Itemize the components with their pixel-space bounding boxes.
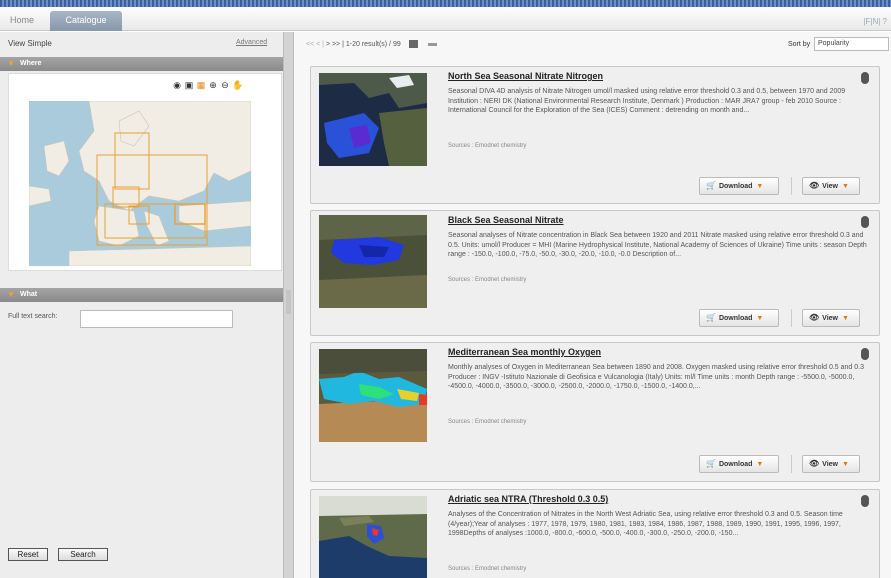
download-label: Download — [718, 183, 753, 190]
view-label: View — [822, 183, 838, 190]
collapse-arrow-icon: ▼ — [7, 290, 15, 299]
layout-icon[interactable] — [427, 42, 437, 46]
reset-button[interactable]: Reset — [8, 548, 48, 561]
thumbnail-black-sea — [319, 215, 427, 308]
view-label: View — [822, 461, 838, 468]
download-label: Download — [718, 315, 753, 322]
eye-icon: 👁 — [809, 181, 820, 190]
database-icon — [861, 216, 869, 224]
button-separator — [791, 309, 792, 327]
result-thumbnail[interactable] — [319, 215, 427, 308]
sort-select[interactable]: Popularity — [814, 37, 889, 51]
pagination-bar: << < | > >> | 1-20 result(s) / 99 — [306, 40, 437, 48]
tab-home[interactable]: Home — [0, 11, 44, 31]
tab-catalogue[interactable]: Catalogue — [50, 11, 122, 31]
view-button[interactable]: 👁 View ▼ — [802, 309, 860, 327]
collapse-arrow-icon: ▼ — [7, 59, 15, 68]
result-thumbnail[interactable] — [319, 496, 427, 578]
result-card: Mediterranean Sea monthly Oxygen Monthly… — [310, 342, 880, 482]
result-description: Analyses of the Concentration of Nitrate… — [448, 511, 843, 538]
result-source: Sources : Emodnet chemistry — [448, 143, 527, 149]
caret-down-icon: ▼ — [756, 461, 764, 468]
full-text-search-input[interactable] — [80, 310, 233, 328]
caret-down-icon: ▼ — [756, 315, 764, 322]
thumbnail-north-sea — [319, 73, 427, 166]
download-button[interactable]: 🛒 Download ▼ — [699, 309, 779, 327]
sort-label: Sort by — [788, 41, 811, 48]
draw-box-icon[interactable]: ▦ — [196, 80, 206, 90]
thumbnail-adriatic — [319, 496, 427, 578]
top-navbar: Home Catalogue |F|N| ? — [0, 7, 891, 31]
view-button[interactable]: 👁 View ▼ — [802, 177, 860, 195]
zoom-in-icon[interactable]: ⊕ — [208, 80, 218, 90]
view-simple-label: View Simple — [8, 39, 52, 48]
map-svg — [29, 101, 251, 266]
eye-icon: 👁 — [809, 313, 820, 322]
download-button[interactable]: 🛒 Download ▼ — [699, 455, 779, 473]
result-description: Seasonal DIVA 4D analysis of Nitrate Nit… — [448, 88, 846, 115]
result-description: Seasonal analyses of Nitrate concentrati… — [448, 232, 867, 259]
database-icon — [861, 495, 869, 503]
europe-map[interactable] — [29, 101, 251, 266]
button-separator — [791, 177, 792, 195]
result-title[interactable]: Mediterranean Sea monthly Oxygen — [448, 347, 601, 357]
globe-icon[interactable]: ◉ — [172, 80, 182, 90]
pager-next[interactable]: > >> | — [326, 41, 344, 48]
view-button[interactable]: 👁 View ▼ — [802, 455, 860, 473]
pager-info: 1-20 result(s) / 99 — [345, 40, 401, 48]
panel-splitter[interactable] — [283, 32, 294, 578]
result-title[interactable]: Black Sea Seasonal Nitrate — [448, 215, 564, 225]
pan-hand-icon[interactable]: ✋ — [232, 80, 243, 90]
download-button[interactable]: 🛒 Download ▼ — [699, 177, 779, 195]
result-card: Adriatic sea NTRA (Threshold 0.3 0.5) An… — [310, 489, 880, 578]
caret-down-icon: ▼ — [756, 183, 764, 190]
caret-down-icon: ▼ — [841, 461, 849, 468]
database-icon — [861, 72, 869, 80]
result-source: Sources : Emodnet chemistry — [448, 277, 527, 283]
result-thumbnail[interactable] — [319, 73, 427, 166]
thumbnail-mediterranean — [319, 349, 427, 442]
caret-down-icon: ▼ — [841, 183, 849, 190]
map-container: ◉ ▣ ▦ ⊕ ⊖ ✋ — [8, 73, 282, 271]
database-icon — [861, 348, 869, 356]
full-text-label: Full text search: — [8, 313, 58, 320]
pager-prev[interactable]: << < | — [306, 41, 324, 48]
button-separator — [791, 455, 792, 473]
cart-icon: 🛒 — [706, 459, 716, 468]
cart-icon: 🛒 — [706, 181, 716, 190]
result-title[interactable]: North Sea Seasonal Nitrate Nitrogen — [448, 71, 603, 81]
results-panel: << < | > >> | 1-20 result(s) / 99 Sort b… — [294, 32, 891, 578]
where-section-title: Where — [20, 60, 42, 67]
export-icon[interactable] — [408, 40, 418, 48]
splitter-grip[interactable] — [286, 290, 291, 314]
layers-icon[interactable]: ▣ — [184, 80, 194, 90]
eye-icon: 👁 — [809, 459, 820, 468]
download-label: Download — [718, 461, 753, 468]
caret-down-icon: ▼ — [841, 315, 849, 322]
result-source: Sources : Emodnet chemistry — [448, 566, 527, 572]
result-card: North Sea Seasonal Nitrate Nitrogen Seas… — [310, 66, 880, 204]
result-card: Black Sea Seasonal Nitrate Seasonal anal… — [310, 210, 880, 336]
map-toolbar: ◉ ▣ ▦ ⊕ ⊖ ✋ — [172, 80, 244, 91]
advanced-link[interactable]: Advanced — [236, 39, 267, 46]
what-section-header[interactable]: ▼ What — [0, 288, 283, 302]
cart-icon: 🛒 — [706, 313, 716, 322]
top-right-icons[interactable]: |F|N| ? — [863, 17, 887, 26]
view-label: View — [822, 315, 838, 322]
search-button[interactable]: Search — [58, 548, 108, 561]
zoom-out-icon[interactable]: ⊖ — [220, 80, 230, 90]
result-thumbnail[interactable] — [319, 349, 427, 442]
what-section-title: What — [20, 291, 38, 298]
top-border-strip — [0, 0, 891, 7]
where-section-header[interactable]: ▼ Where — [0, 57, 283, 71]
result-description: Monthly analyses of Oxygen in Mediterran… — [448, 364, 864, 391]
result-source: Sources : Emodnet chemistry — [448, 419, 527, 425]
result-title[interactable]: Adriatic sea NTRA (Threshold 0.3 0.5) — [448, 494, 608, 504]
